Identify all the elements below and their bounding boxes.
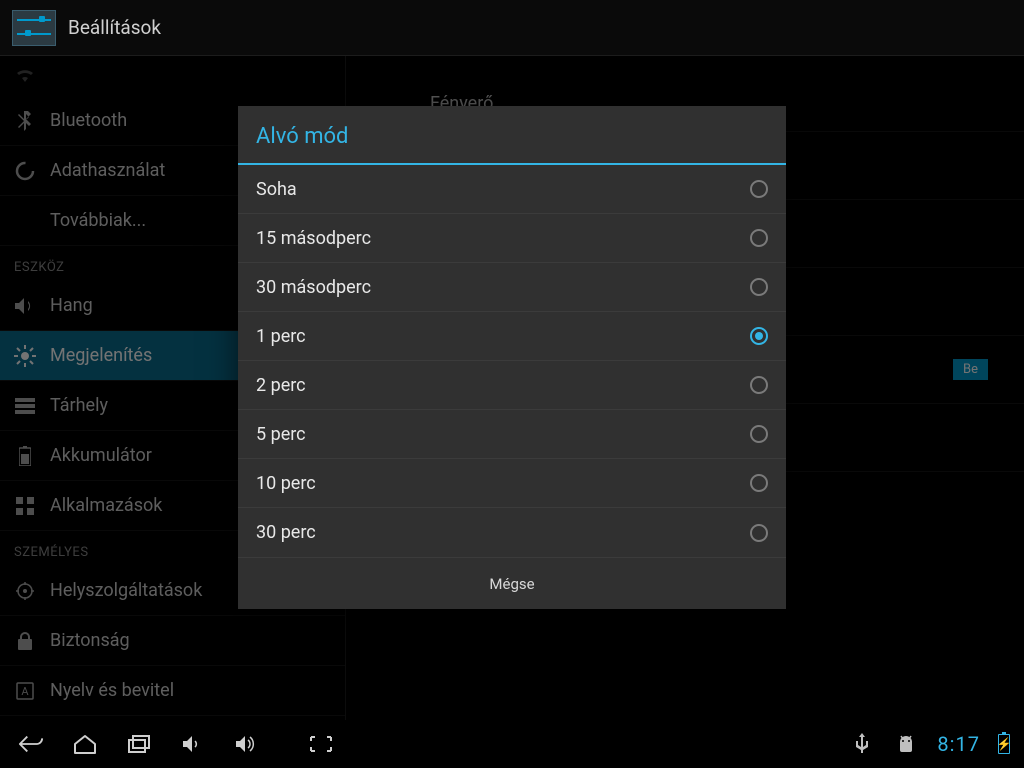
radio-icon-selected (750, 327, 768, 345)
radio-icon (750, 180, 768, 198)
option-1m[interactable]: 1 perc (238, 312, 786, 361)
option-30m[interactable]: 30 perc (238, 508, 786, 557)
volume-up-button[interactable] (234, 731, 260, 757)
option-never[interactable]: Soha (238, 165, 786, 214)
option-label: 1 perc (256, 326, 306, 347)
settings-app-icon (12, 10, 56, 46)
option-15s[interactable]: 15 másodperc (238, 214, 786, 263)
radio-icon (750, 376, 768, 394)
option-label: 15 másodperc (256, 228, 371, 249)
option-label: 30 másodperc (256, 277, 371, 298)
back-button[interactable] (18, 731, 44, 757)
radio-icon (750, 278, 768, 296)
navbar-right: 8:17 ⚡ (849, 731, 1016, 757)
option-label: 5 perc (256, 424, 306, 445)
radio-icon (750, 474, 768, 492)
radio-icon (750, 229, 768, 247)
radio-icon (750, 524, 768, 542)
option-label: Soha (256, 179, 297, 200)
option-2m[interactable]: 2 perc (238, 361, 786, 410)
system-navbar: 8:17 ⚡ (0, 720, 1024, 768)
option-10m[interactable]: 10 perc (238, 459, 786, 508)
android-debug-icon[interactable] (893, 731, 919, 757)
status-clock[interactable]: 8:17 (937, 732, 980, 756)
radio-icon (750, 425, 768, 443)
recents-button[interactable] (126, 731, 152, 757)
option-label: 10 perc (256, 473, 316, 494)
usb-icon[interactable] (849, 731, 875, 757)
app-header: Beállítások (0, 0, 1024, 56)
home-button[interactable] (72, 731, 98, 757)
screenshot-button[interactable] (308, 731, 334, 757)
app-title: Beállítások (68, 16, 161, 39)
navbar-left (8, 731, 334, 757)
battery-charging-icon[interactable]: ⚡ (998, 734, 1010, 754)
option-label: 30 perc (256, 522, 316, 543)
dialog-options: Soha 15 másodperc 30 másodperc 1 perc 2 … (238, 165, 786, 557)
sleep-mode-dialog: Alvó mód Soha 15 másodperc 30 másodperc … (238, 106, 786, 609)
option-30s[interactable]: 30 másodperc (238, 263, 786, 312)
option-label: 2 perc (256, 375, 306, 396)
option-5m[interactable]: 5 perc (238, 410, 786, 459)
volume-down-button[interactable] (180, 731, 206, 757)
dialog-cancel-button[interactable]: Mégse (238, 557, 786, 609)
dialog-title: Alvó mód (238, 106, 786, 165)
